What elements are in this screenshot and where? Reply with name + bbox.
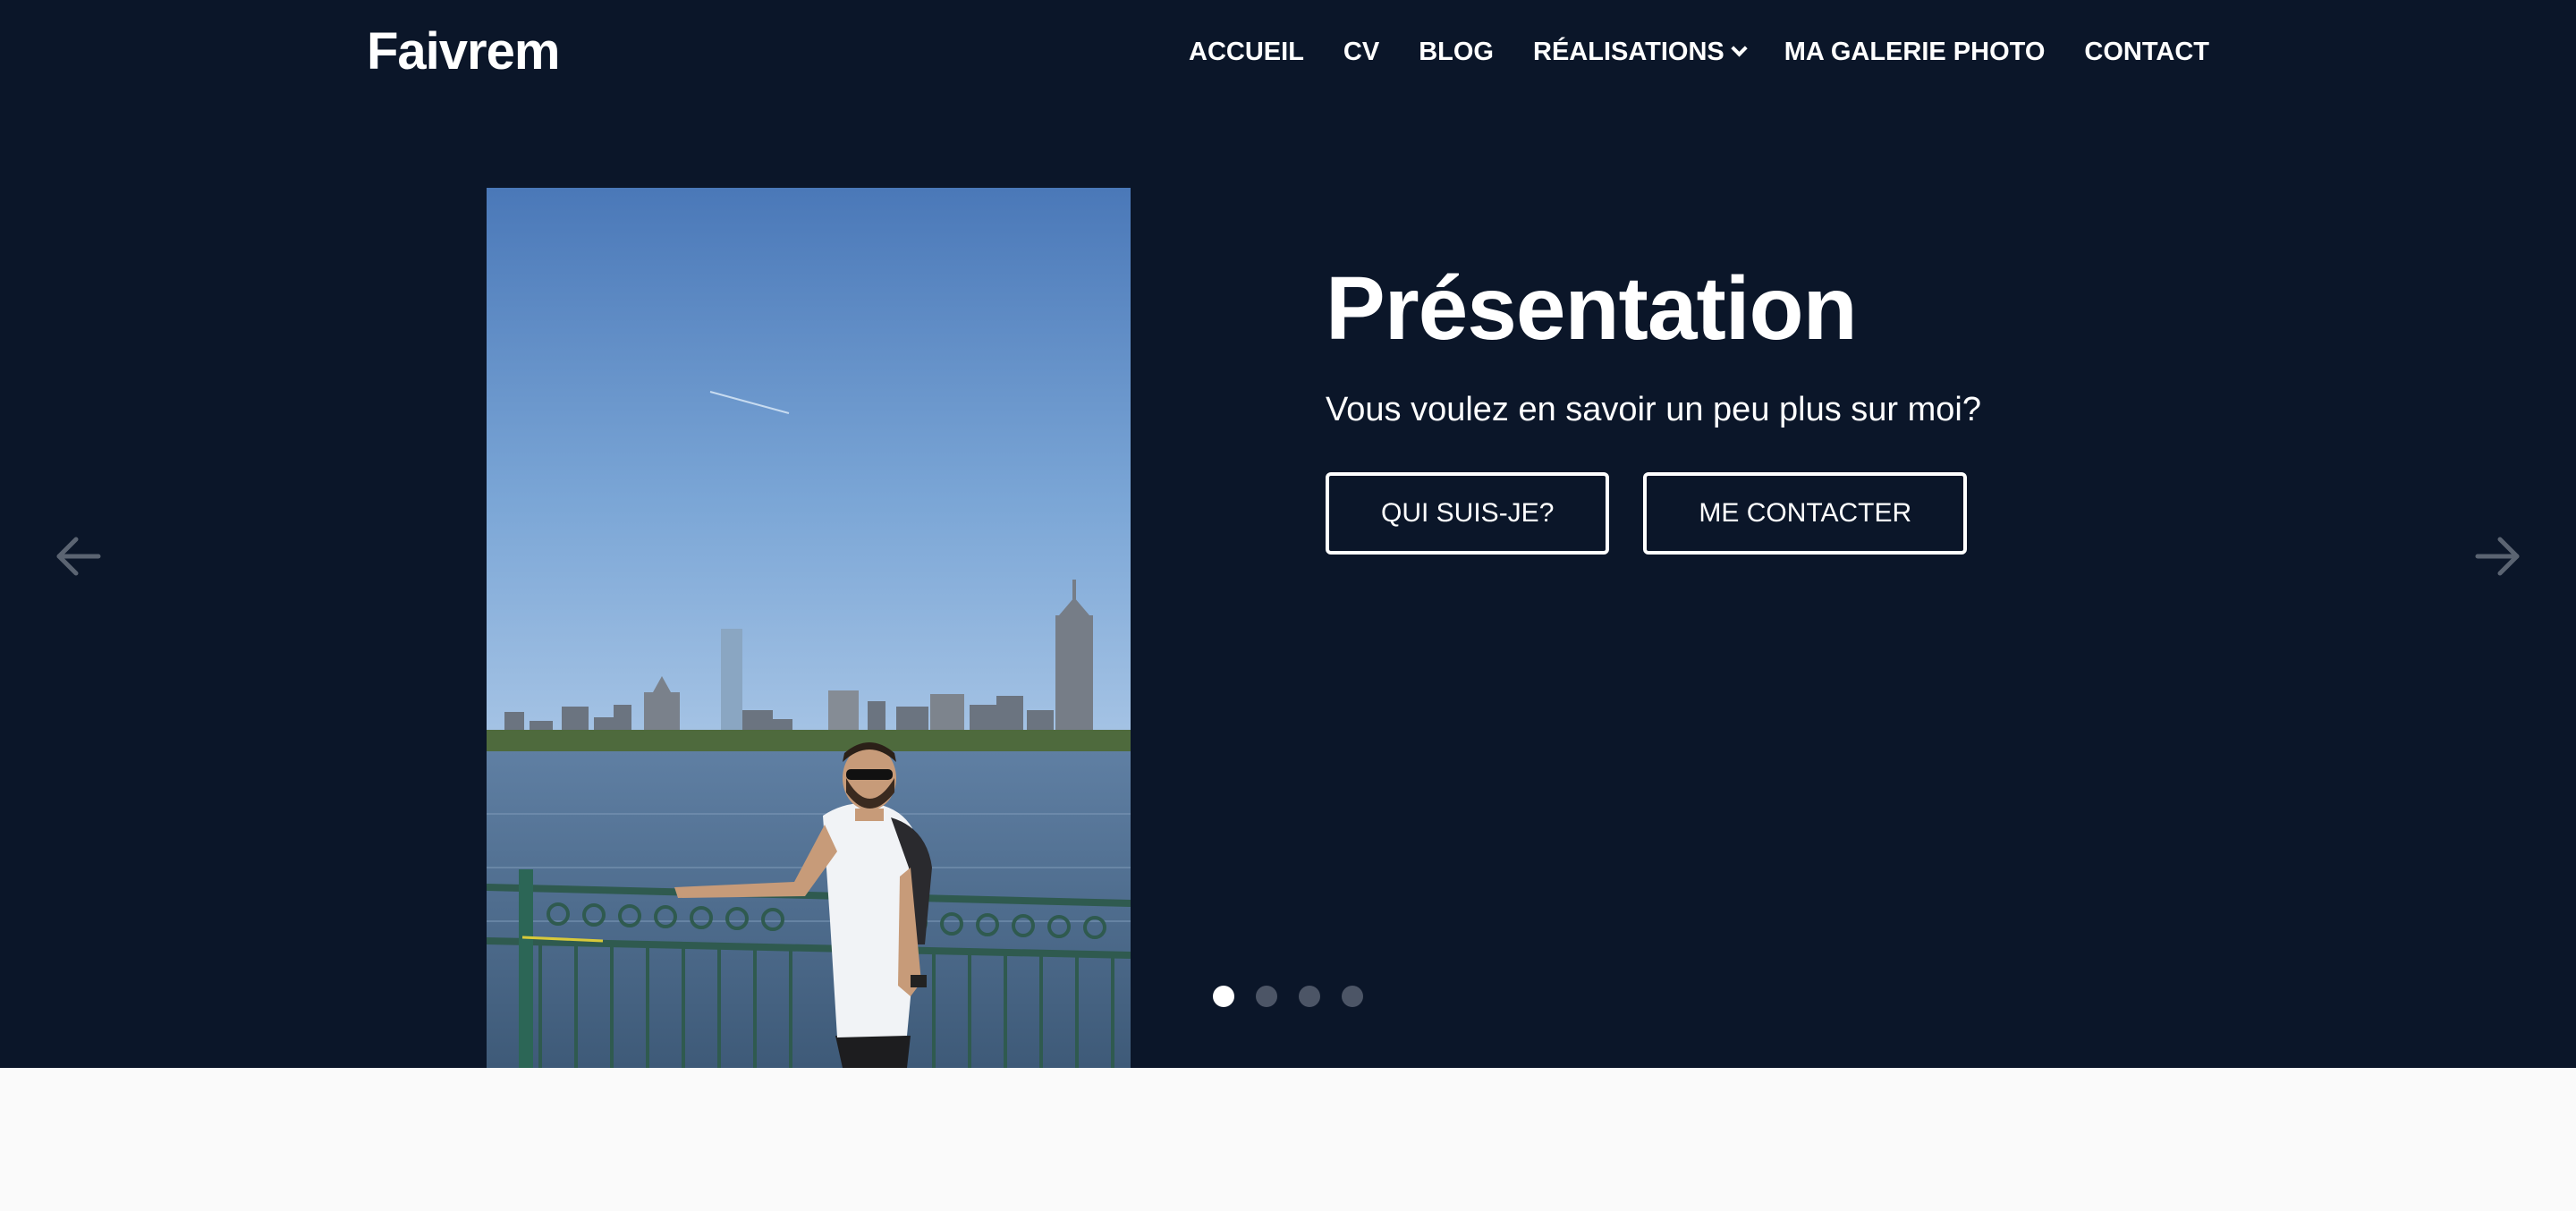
chevron-down-icon (1731, 39, 1748, 56)
carousel-next-button[interactable] (2470, 529, 2524, 583)
about-me-button[interactable]: QUI SUIS-JE? (1326, 472, 1610, 555)
carousel-dot[interactable] (1256, 986, 1277, 1007)
nav-item-galerie-photo[interactable]: MA GALERIE PHOTO (1784, 34, 2046, 70)
nav-item-accueil[interactable]: ACCUEIL (1189, 34, 1304, 70)
nav-item-label: CONTACT (2084, 38, 2209, 66)
nav-item-blog[interactable]: BLOG (1419, 34, 1494, 70)
carousel-dot[interactable] (1213, 986, 1234, 1007)
carousel-indicators (1213, 986, 1363, 1007)
carousel-dot[interactable] (1342, 986, 1363, 1007)
nav-item-label: BLOG (1419, 38, 1494, 66)
nav-item-cv[interactable]: CV (1343, 34, 1379, 70)
nav-item-label: RÉALISATIONS (1533, 38, 1724, 66)
nav-item-realisations[interactable]: RÉALISATIONS (1533, 34, 1748, 70)
photo-illustration (487, 188, 1131, 1068)
main-nav: ACCUEIL CV BLOG RÉALISATIONS MA GALERIE … (1189, 34, 2209, 70)
carousel-prev-button[interactable] (52, 529, 106, 583)
page-content-area (0, 1068, 2576, 1211)
nav-item-label: ACCUEIL (1189, 38, 1304, 66)
hero-section: Faivrem ACCUEIL CV BLOG RÉALISATIONS MA … (0, 0, 2576, 1068)
nav-item-contact[interactable]: CONTACT (2084, 34, 2209, 70)
slide-title: Présentation (1326, 258, 1858, 359)
nav-item-label: MA GALERIE PHOTO (1784, 38, 2046, 66)
slide-subtitle: Vous voulez en savoir un peu plus sur mo… (1326, 391, 1981, 428)
arrow-right-icon (2475, 537, 2520, 576)
slide-buttons: QUI SUIS-JE? ME CONTACTER (1326, 472, 2220, 555)
slide-content: Présentation Vous voulez en savoir un pe… (1326, 250, 2220, 555)
profile-photo (487, 188, 1131, 1068)
contact-me-button[interactable]: ME CONTACTER (1643, 472, 1968, 555)
arrow-left-icon (56, 537, 101, 576)
carousel-dot[interactable] (1299, 986, 1320, 1007)
nav-item-label: CV (1343, 38, 1380, 66)
site-logo[interactable]: Faivrem (367, 20, 560, 84)
